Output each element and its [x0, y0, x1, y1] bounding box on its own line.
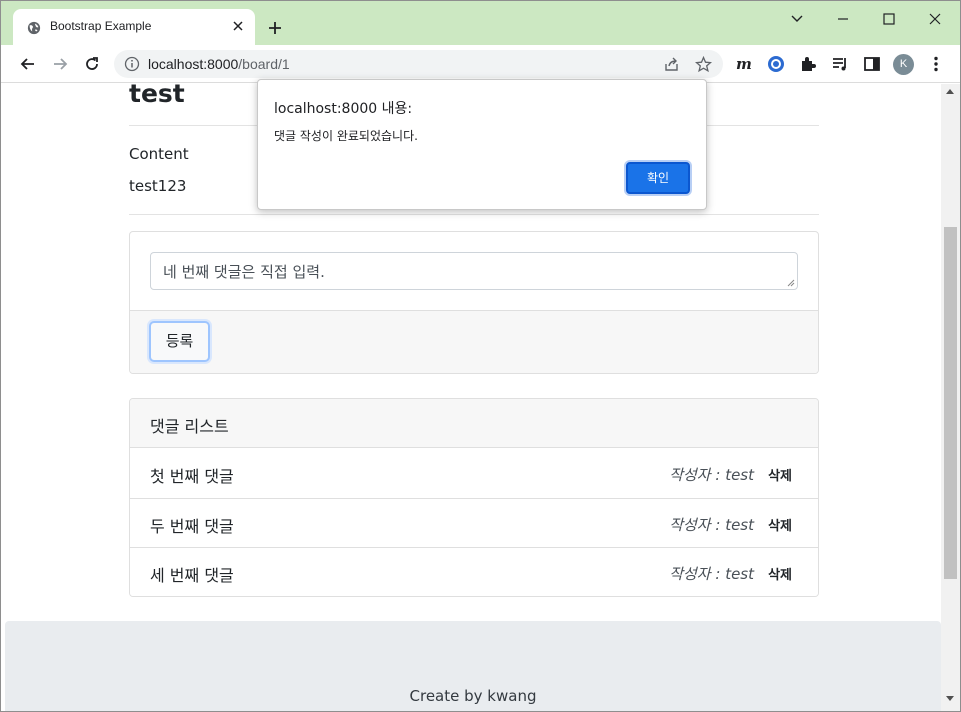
scrollbar-thumb[interactable] — [944, 227, 957, 579]
delete-comment-button[interactable]: 삭제 — [768, 515, 792, 534]
forward-arrow-icon[interactable] — [50, 54, 70, 74]
url-text[interactable]: localhost:8000/board/1 — [148, 56, 290, 72]
reload-icon[interactable] — [82, 54, 102, 74]
page-scrollbar[interactable] — [941, 84, 960, 711]
comment-list-header: 댓글 리스트 — [130, 399, 818, 448]
extension-circle-icon[interactable] — [766, 54, 786, 74]
comment-author: 작성자 : test — [669, 565, 754, 583]
back-arrow-icon[interactable] — [18, 54, 38, 74]
comment-author: 작성자 : test — [669, 466, 754, 484]
profile-avatar[interactable]: K — [893, 54, 914, 75]
close-tab-icon[interactable] — [231, 19, 245, 33]
page-footer: Create by kwang — [5, 621, 941, 711]
minimize-icon[interactable] — [833, 9, 853, 29]
tab-bootstrap-example[interactable]: Bootstrap Example — [13, 9, 255, 45]
address-bar[interactable]: localhost:8000/board/1 — [114, 50, 723, 78]
tab-title: Bootstrap Example — [50, 19, 152, 33]
side-panel-icon[interactable] — [862, 54, 882, 74]
comment-author: 작성자 : test — [669, 516, 754, 534]
comment-textarea[interactable]: 네 번째 댓글은 직접 입력. — [150, 252, 798, 290]
comment-form-card: 네 번째 댓글은 직접 입력. 등록 — [129, 231, 819, 374]
more-menu-icon[interactable] — [926, 54, 946, 74]
reading-list-icon[interactable] — [830, 54, 850, 74]
delete-comment-button[interactable]: 삭제 — [768, 564, 792, 583]
new-tab-plus-icon[interactable] — [267, 20, 283, 36]
comment-list-title: 댓글 리스트 — [150, 417, 229, 436]
resize-grip-icon[interactable] — [787, 279, 795, 287]
maximize-icon[interactable] — [879, 9, 899, 29]
svg-text:m: m — [736, 55, 752, 73]
browser-toolbar: localhost:8000/board/1 m K — [1, 45, 960, 83]
delete-comment-button[interactable]: 삭제 — [768, 465, 792, 484]
post-title: test — [129, 84, 185, 108]
tab-strip: Bootstrap Example — [1, 1, 960, 45]
url-host: localhost:8000 — [148, 56, 239, 72]
extension-m-icon[interactable]: m — [734, 54, 754, 74]
globe-icon — [27, 21, 41, 35]
dialog-ok-button[interactable]: 확인 — [626, 162, 690, 194]
dialog-title: localhost:8000 내용: — [274, 101, 413, 117]
close-window-icon[interactable] — [925, 9, 945, 29]
share-icon[interactable] — [663, 56, 680, 73]
comment-row: 세 번째 댓글 작성자 : test 삭제 — [130, 547, 818, 596]
comment-row: 두 번째 댓글 작성자 : test 삭제 — [130, 498, 818, 547]
dialog-message: 댓글 작성이 완료되었습니다. — [274, 129, 418, 143]
comment-list-card: 댓글 리스트 첫 번째 댓글 작성자 : test 삭제 두 번째 댓글 작성자… — [129, 398, 819, 597]
url-path: /board/1 — [238, 56, 290, 72]
comment-textarea-value: 네 번째 댓글은 직접 입력. — [163, 263, 325, 281]
alert-dialog: localhost:8000 내용: 댓글 작성이 완료되었습니다. 확인 — [257, 79, 707, 210]
comment-text: 첫 번째 댓글 — [150, 467, 234, 486]
site-info-icon[interactable] — [124, 56, 140, 72]
submit-comment-button[interactable]: 등록 — [149, 321, 210, 362]
tab-search-chevron-icon[interactable] — [787, 9, 807, 29]
comment-text: 세 번째 댓글 — [150, 566, 234, 585]
content-body: test123 — [129, 177, 187, 195]
divider — [129, 214, 819, 215]
comment-form-footer: 등록 — [130, 310, 818, 373]
footer-text: Create by kwang — [409, 687, 537, 705]
comment-row: 첫 번째 댓글 작성자 : test 삭제 — [130, 449, 818, 498]
scroll-down-arrow-icon[interactable] — [946, 696, 954, 701]
extensions-puzzle-icon[interactable] — [798, 54, 818, 74]
browser-window: Bootstrap Example localhost:8000/board/1… — [0, 0, 961, 712]
content-label: Content — [129, 145, 189, 163]
bookmark-star-icon[interactable] — [695, 56, 712, 73]
comment-text: 두 번째 댓글 — [150, 517, 234, 536]
scroll-up-arrow-icon[interactable] — [946, 89, 954, 94]
